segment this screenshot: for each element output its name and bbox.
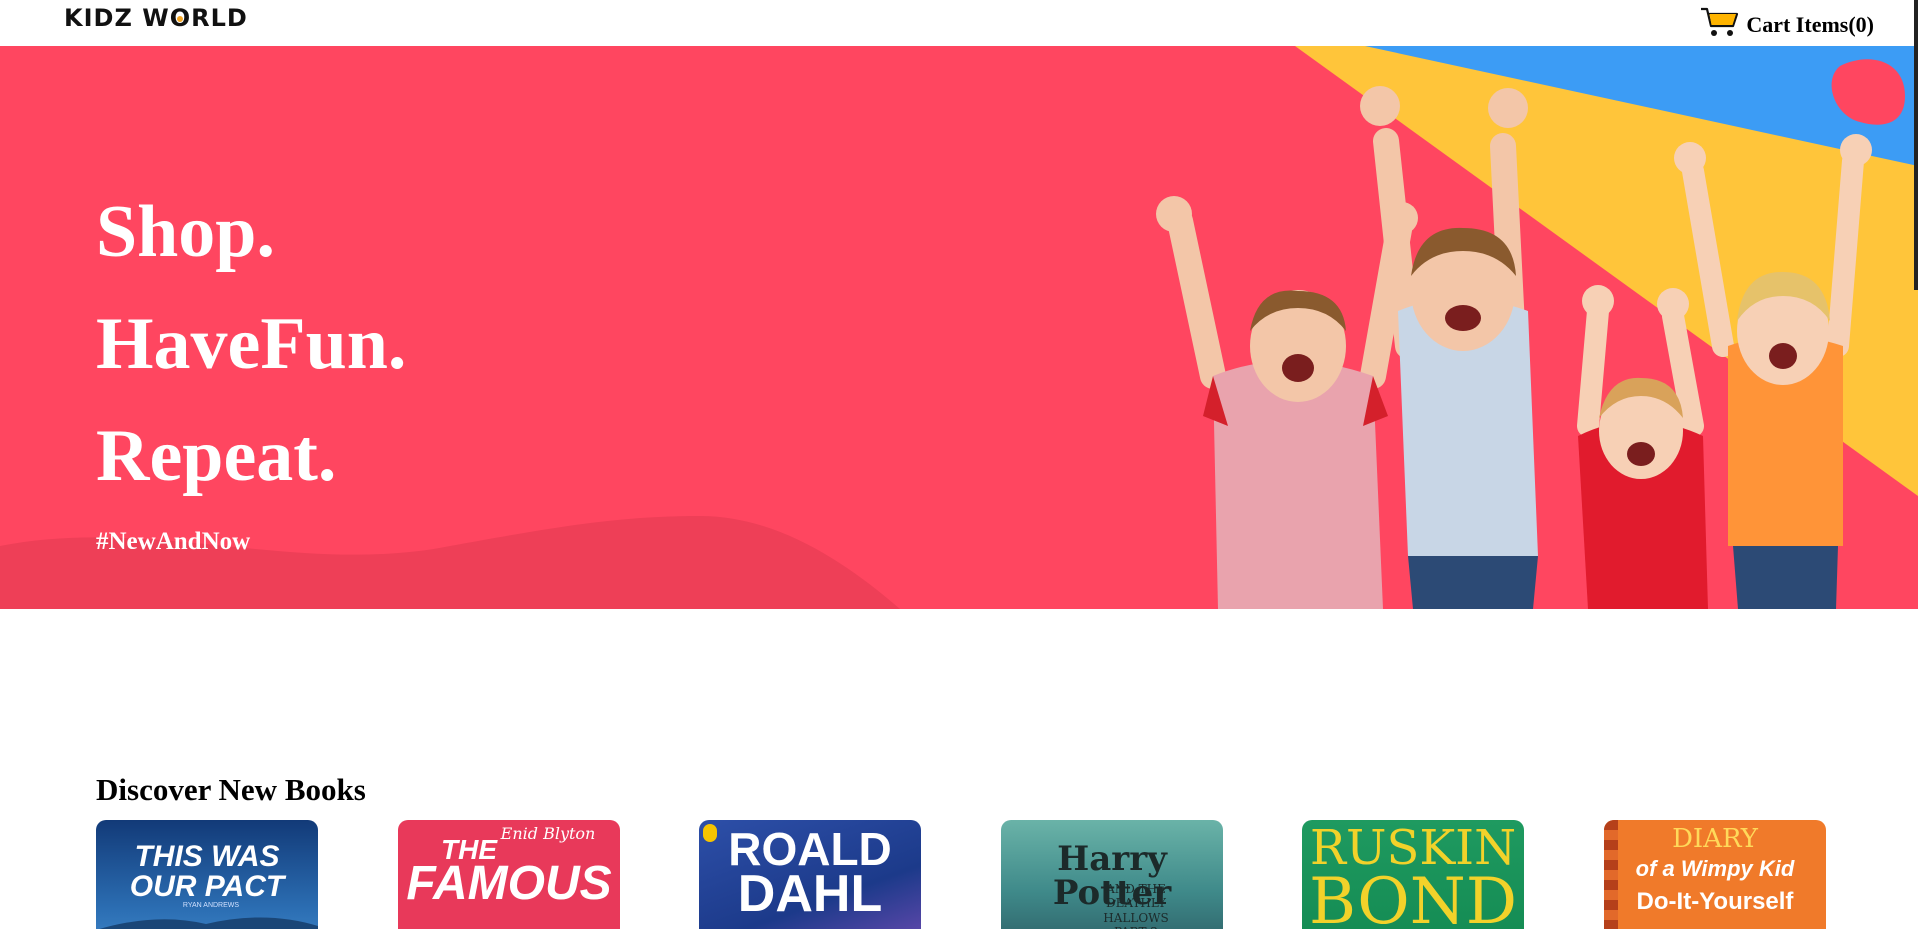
site-logo[interactable]: KIDZ WORLD: [64, 4, 248, 32]
logo-text-start: KIDZ W: [64, 4, 170, 32]
hero-line-repeat: Repeat.: [96, 415, 337, 497]
book-card[interactable]: Harry Potter AND THE DEATHLY HALLOWS PAR…: [1001, 820, 1223, 929]
book-title-line2: DAHL: [737, 865, 883, 923]
cart-button[interactable]: Cart Items(0): [1700, 6, 1874, 43]
book-card[interactable]: RUSKIN BOND: [1302, 820, 1524, 929]
hero-text: Shop. HaveFun. Repeat. #NewAndNow: [96, 176, 406, 556]
hero-hashtag: #NewAndNow: [96, 528, 251, 555]
cheering-kids-image: [1156, 86, 1872, 609]
logo-text-end: RLD: [191, 4, 248, 32]
books-section-title: Discover New Books: [96, 772, 366, 807]
book-title-line2: FAMOUS: [406, 857, 612, 910]
book-title-line1: DIARY: [1672, 824, 1758, 854]
book-title-line3: Do-It-Yourself: [1636, 888, 1794, 915]
book-title-line2: AND THE DEATHLY HALLOWS PART 2: [1103, 882, 1169, 929]
hero-line-shop: Shop.: [96, 191, 275, 273]
book-card[interactable]: Enid Blyton THE FAMOUS: [398, 820, 620, 929]
publisher-logo-icon: [703, 824, 717, 842]
hero-banner: Shop. HaveFun. Repeat. #NewAndNow: [0, 46, 1918, 609]
logo-dot-icon: [176, 16, 183, 22]
book-card[interactable]: DIARY of a Wimpy Kid Do-It-Yourself: [1604, 820, 1826, 929]
hero-line-havefun: HaveFun.: [96, 303, 407, 385]
logo-text-o: O: [170, 4, 191, 32]
site-header: KIDZ WORLD Cart Items(0): [0, 0, 1918, 46]
book-card[interactable]: ROALD DAHL: [699, 820, 921, 929]
page-scrollbar[interactable]: [1914, 0, 1918, 290]
book-title-line2: of a Wimpy Kid: [1635, 856, 1795, 881]
book-cover-art: [99, 917, 318, 929]
shopping-cart-icon: [1700, 6, 1740, 43]
cart-label: Cart Items(0): [1746, 11, 1874, 37]
book-title-line2: BOND: [1309, 865, 1517, 929]
books-carousel: THIS WAS OUR PACT RYAN ANDREWS Enid Blyt…: [96, 820, 1826, 929]
book-card[interactable]: THIS WAS OUR PACT RYAN ANDREWS: [96, 820, 318, 929]
